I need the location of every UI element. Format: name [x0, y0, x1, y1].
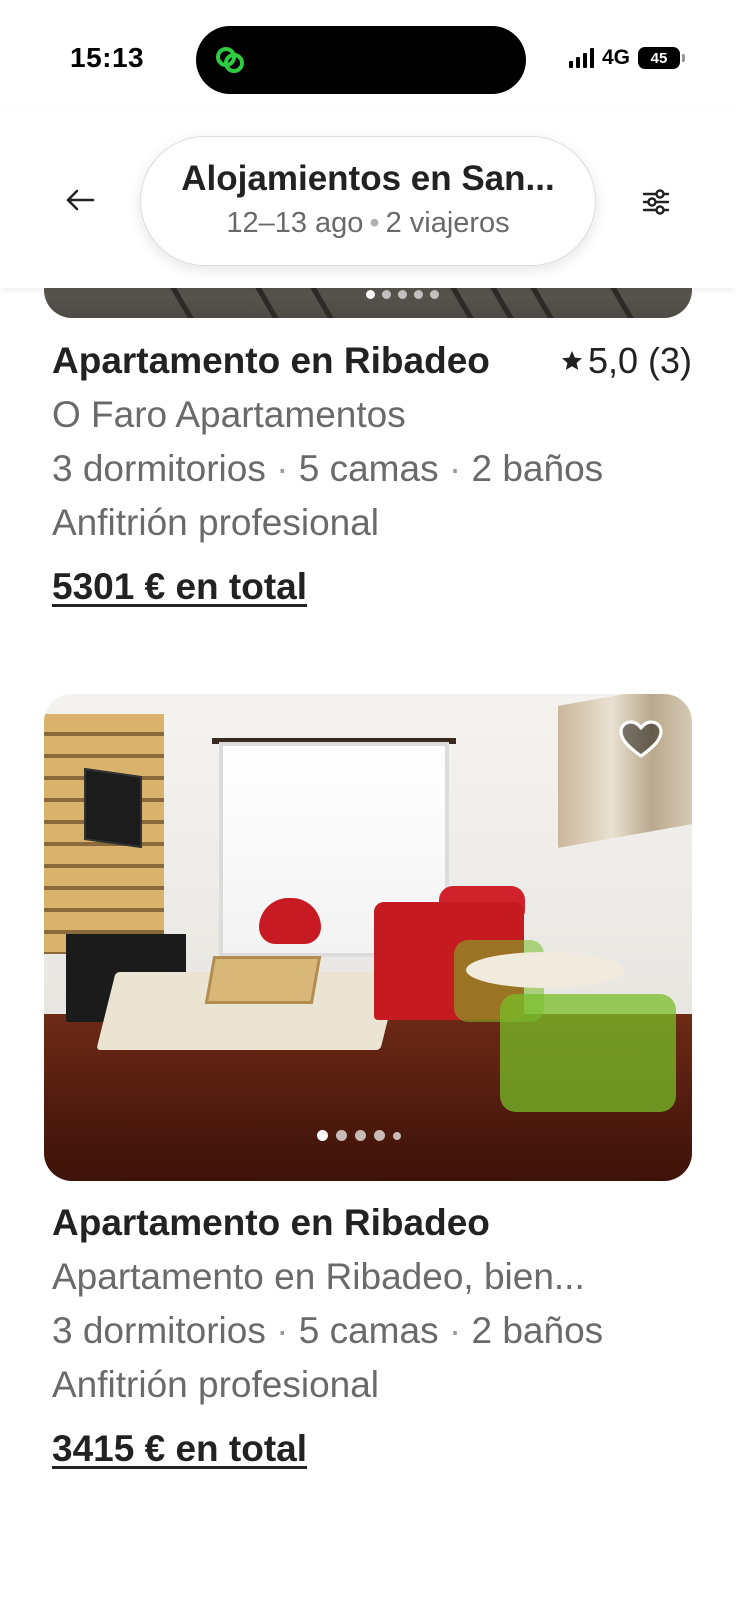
- battery-percent: 45: [650, 49, 668, 67]
- listing-title: Apartamento en Ribadeo: [52, 1202, 490, 1243]
- photo-pagination: [366, 290, 439, 299]
- dynamic-island: [196, 26, 526, 94]
- listing-card[interactable]: Apartamento en Ribadeo 5,0 (3) O Faro Ap…: [52, 340, 692, 608]
- total-price-link[interactable]: 5301 € en total: [52, 566, 692, 608]
- baths: 2 baños: [471, 448, 604, 489]
- search-summary-pill[interactable]: Alojamientos en San... 12–13 ago • 2 viaje…: [140, 136, 596, 266]
- baths: 2 baños: [471, 1310, 604, 1351]
- separator-dot: ·: [448, 448, 462, 489]
- signal-icon: [568, 48, 594, 68]
- arrow-left-icon: [66, 189, 95, 211]
- listing-features: 3 dormitorios · 5 camas · 2 baños: [52, 448, 692, 490]
- photo-pagination: [317, 1130, 401, 1141]
- search-guests: 2 viajeros: [385, 207, 510, 239]
- heart-icon[interactable]: [617, 716, 665, 764]
- separator-dot: ·: [448, 1310, 462, 1351]
- total-price-link[interactable]: 3415 € en total: [52, 1428, 692, 1470]
- link-icon: [216, 47, 244, 73]
- listing-name: Apartamento en Ribadeo, bien...: [52, 1256, 585, 1297]
- rating-value: 5,0 (3): [587, 340, 692, 381]
- beds: 5 camas: [298, 448, 439, 489]
- bedrooms: 3 dormitorios: [52, 1310, 266, 1351]
- status-indicators: 4G 45: [568, 46, 685, 70]
- listing-card[interactable]: Apartamento en Ribadeo Apartamento en Ri…: [52, 1202, 692, 1470]
- separator-dot: ·: [276, 1310, 289, 1351]
- sliders-icon: [642, 189, 670, 215]
- search-title: Alojamientos en San...: [181, 159, 555, 198]
- back-button[interactable]: [60, 180, 100, 220]
- search-dates: 12–13 ago: [226, 207, 364, 239]
- listing-name: O Faro Apartamentos: [52, 394, 406, 435]
- listing-features: 3 dormitorios · 5 camas · 2 baños: [52, 1310, 692, 1352]
- status-bar: 15:13 4G 45: [0, 0, 736, 110]
- star-icon: [561, 351, 582, 370]
- listing-photo[interactable]: [44, 694, 692, 1181]
- status-time: 15:13: [70, 42, 145, 73]
- separator-dot: ·: [276, 448, 289, 489]
- search-details: 12–13 ago • 2 viajeros: [141, 207, 595, 240]
- search-header: Alojamientos en San... 12–13 ago • 2 viaje…: [0, 110, 736, 288]
- filters-button[interactable]: [634, 180, 678, 224]
- listing-title: Apartamento en Ribadeo: [52, 340, 490, 381]
- host-type: Anfitrión profesional: [52, 1364, 380, 1405]
- host-type: Anfitrión profesional: [52, 502, 380, 543]
- listing-rating: 5,0 (3): [560, 340, 692, 382]
- battery-icon: 45: [638, 47, 685, 69]
- network-type: 4G: [601, 46, 630, 69]
- beds: 5 camas: [298, 1310, 439, 1351]
- separator-dot: •: [369, 207, 380, 239]
- bedrooms: 3 dormitorios: [52, 448, 266, 489]
